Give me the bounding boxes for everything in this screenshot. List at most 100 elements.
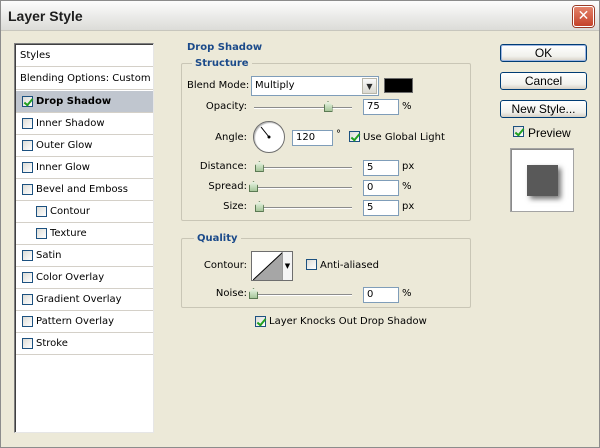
- distance-label: Distance:: [199, 161, 247, 172]
- bevel-and-emboss-checkbox[interactable]: [22, 184, 33, 195]
- new-style-button[interactable]: New Style...: [500, 100, 587, 118]
- contour-picker[interactable]: ▼: [251, 251, 293, 281]
- opacity-unit: %: [402, 101, 412, 112]
- opacity-slider-track[interactable]: [254, 107, 352, 109]
- noise-unit: %: [402, 288, 412, 299]
- texture-checkbox[interactable]: [36, 228, 47, 239]
- sidebar-item-bevel-and-emboss[interactable]: Bevel and Emboss: [16, 179, 153, 201]
- sidebar-item-styles[interactable]: Styles: [16, 45, 153, 67]
- sidebar-item-blending-options[interactable]: Blending Options: Custom: [16, 68, 153, 90]
- preview-thumbnail: [510, 148, 574, 212]
- chevron-down-icon: ▼: [282, 252, 292, 280]
- size-value: 5: [367, 202, 374, 213]
- contour-label: Contour:: [203, 260, 247, 271]
- sidebar-item-stroke[interactable]: Stroke: [16, 333, 153, 355]
- close-button[interactable]: ✕: [573, 6, 594, 27]
- size-slider-track[interactable]: [257, 207, 352, 209]
- angle-dial[interactable]: [253, 121, 285, 153]
- inner-shadow-checkbox[interactable]: [22, 118, 33, 129]
- sidebar-item-label: Texture: [50, 228, 87, 239]
- panel-title: Drop Shadow: [184, 42, 266, 53]
- blend-mode-label: Blend Mode:: [187, 80, 250, 91]
- angle-needle-icon: [260, 126, 271, 139]
- size-field[interactable]: 5: [363, 200, 399, 216]
- blend-mode-value: Multiply: [255, 80, 295, 91]
- noise-field[interactable]: 0: [363, 287, 399, 303]
- new-style-button-label: New Style...: [511, 102, 576, 116]
- pattern-overlay-checkbox[interactable]: [22, 316, 33, 327]
- noise-value: 0: [367, 289, 374, 300]
- ok-button[interactable]: OK: [500, 44, 587, 62]
- sidebar-item-inner-shadow[interactable]: Inner Shadow: [16, 113, 153, 135]
- spread-slider-track[interactable]: [253, 187, 352, 189]
- layer-knocks-out-label: Layer Knocks Out Drop Shadow: [269, 316, 427, 327]
- sidebar-item-label: Stroke: [36, 338, 68, 349]
- title-bar[interactable]: Layer Style ✕: [1, 1, 599, 31]
- sidebar-item-label: Blending Options: Custom: [20, 73, 151, 84]
- inner-glow-checkbox[interactable]: [22, 162, 33, 173]
- sidebar-item-gradient-overlay[interactable]: Gradient Overlay: [16, 289, 153, 311]
- sidebar-item-label: Styles: [20, 50, 51, 61]
- structure-legend: Structure: [192, 58, 252, 69]
- satin-checkbox[interactable]: [22, 250, 33, 261]
- color-overlay-checkbox[interactable]: [22, 272, 33, 283]
- preview-checkbox[interactable]: [513, 126, 524, 137]
- sidebar-item-label: Contour: [50, 206, 90, 217]
- gradient-overlay-checkbox[interactable]: [22, 294, 33, 305]
- cancel-button-label: Cancel: [524, 74, 563, 88]
- close-icon: ✕: [577, 8, 590, 24]
- chevron-down-icon: ▼: [362, 78, 377, 94]
- size-label: Size:: [223, 201, 247, 212]
- sidebar-item-inner-glow[interactable]: Inner Glow: [16, 157, 153, 179]
- blend-mode-select[interactable]: Multiply ▼: [251, 76, 379, 96]
- anti-aliased-label: Anti-aliased: [320, 260, 380, 271]
- sidebar-item-satin[interactable]: Satin: [16, 245, 153, 267]
- contour-curve-icon: [253, 252, 283, 280]
- distance-unit: px: [402, 161, 415, 172]
- styles-list: Styles Blending Options: Custom Drop Sha…: [14, 43, 154, 433]
- sidebar-item-contour[interactable]: Contour: [16, 201, 153, 223]
- sidebar-item-drop-shadow[interactable]: Drop Shadow: [16, 91, 153, 113]
- layer-style-dialog: Layer Style ✕ Styles Blending Options: C…: [0, 0, 600, 448]
- sidebar-item-label: Drop Shadow: [36, 96, 112, 107]
- spread-field[interactable]: 0: [363, 180, 399, 196]
- angle-field[interactable]: 120: [292, 130, 333, 146]
- sidebar-item-color-overlay[interactable]: Color Overlay: [16, 267, 153, 289]
- opacity-value: 75: [367, 101, 380, 112]
- sidebar-item-label: Satin: [36, 250, 62, 261]
- cancel-button[interactable]: Cancel: [500, 72, 587, 90]
- use-global-light-checkbox[interactable]: [349, 131, 360, 142]
- preview-label: Preview: [528, 126, 571, 140]
- anti-aliased-checkbox[interactable]: [306, 259, 317, 270]
- drop-shadow-checkbox[interactable]: [22, 96, 33, 107]
- sidebar-item-label: Inner Shadow: [36, 118, 105, 129]
- outer-glow-checkbox[interactable]: [22, 140, 33, 151]
- size-unit: px: [402, 201, 415, 212]
- sidebar-item-pattern-overlay[interactable]: Pattern Overlay: [16, 311, 153, 333]
- sidebar-item-label: Gradient Overlay: [36, 294, 122, 305]
- layer-knocks-out-checkbox[interactable]: [255, 316, 266, 327]
- quality-legend: Quality: [194, 233, 241, 244]
- use-global-light-label: Use Global Light: [363, 132, 445, 143]
- sidebar-item-label: Inner Glow: [36, 162, 90, 173]
- shadow-color-swatch[interactable]: [384, 78, 413, 93]
- angle-value: 120: [296, 132, 316, 143]
- sidebar-item-label: Pattern Overlay: [36, 316, 115, 327]
- opacity-field[interactable]: 75: [363, 99, 399, 115]
- stroke-checkbox[interactable]: [22, 338, 33, 349]
- spread-unit: %: [402, 181, 412, 192]
- contour-checkbox[interactable]: [36, 206, 47, 217]
- noise-slider-track[interactable]: [253, 294, 352, 296]
- sidebar-item-label: Bevel and Emboss: [36, 184, 128, 195]
- preview-shape: [527, 165, 558, 196]
- distance-slider-track[interactable]: [257, 167, 352, 169]
- distance-field[interactable]: 5: [363, 160, 399, 176]
- spread-label: Spread:: [208, 181, 247, 192]
- dialog-title: Layer Style: [8, 8, 83, 24]
- sidebar-item-outer-glow[interactable]: Outer Glow: [16, 135, 153, 157]
- opacity-label: Opacity:: [205, 101, 247, 112]
- distance-value: 5: [367, 162, 374, 173]
- angle-label: Angle:: [215, 132, 247, 143]
- sidebar-item-label: Outer Glow: [36, 140, 93, 151]
- sidebar-item-texture[interactable]: Texture: [16, 223, 153, 245]
